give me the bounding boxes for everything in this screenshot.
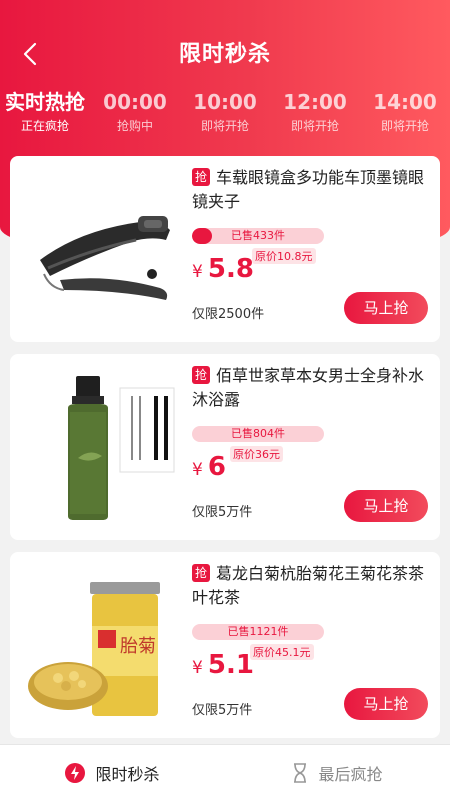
- session-tabs: 实时热抢 正在疯抢 00:00 抢购中 10:00 即将开抢 12:00 即将开…: [0, 88, 450, 144]
- sold-count: 已售804件: [231, 427, 285, 440]
- session-time: 实时热抢: [5, 90, 85, 114]
- page-title: 限时秒杀: [178, 42, 271, 67]
- buy-now-button[interactable]: 马上抢: [344, 292, 428, 324]
- bottom-tab-bar: 限时秒杀 最后疯抢: [0, 744, 450, 800]
- product-title: 车载眼镜盒多功能车顶墨镜眼镜夹子: [192, 168, 425, 211]
- session-tab[interactable]: 10:00 即将开抢: [180, 88, 270, 144]
- sale-price: 6: [207, 452, 227, 482]
- tab-last-chance[interactable]: 最后疯抢: [225, 745, 450, 800]
- session-time: 12:00: [283, 90, 347, 114]
- session-time: 14:00: [373, 90, 437, 114]
- session-time: 10:00: [193, 90, 257, 114]
- session-status: 即将开抢: [380, 119, 429, 133]
- original-price: 原价36元: [230, 446, 283, 462]
- session-status: 抢购中: [116, 119, 153, 133]
- buy-now-button[interactable]: 马上抢: [344, 688, 428, 720]
- product-name: 抢佰草世家草本女男士全身补水沐浴露: [192, 364, 430, 412]
- tab-flash-sale[interactable]: 限时秒杀: [0, 745, 225, 800]
- session-status: 即将开抢: [200, 119, 249, 133]
- session-tab[interactable]: 12:00 即将开抢: [270, 88, 360, 144]
- sold-count: 已售433件: [231, 229, 285, 242]
- tab-label: 限时秒杀: [95, 764, 160, 784]
- currency-symbol: ¥: [192, 460, 203, 480]
- session-tab[interactable]: 14:00 即将开抢: [360, 88, 450, 144]
- currency-symbol: ¥: [192, 262, 203, 282]
- sold-count: 已售1121件: [227, 625, 289, 638]
- sold-progress-bar: 已售804件: [192, 426, 324, 442]
- session-status: 正在疯抢: [20, 119, 69, 133]
- product-title: 葛龙白菊杭胎菊花王菊花茶茶叶花茶: [192, 564, 425, 607]
- stock-limit: 仅限2500件: [192, 307, 265, 322]
- stock-limit: 仅限5万件: [192, 505, 253, 520]
- product-card[interactable]: 抢车载眼镜盒多功能车顶墨镜眼镜夹子 已售433件 ¥ 5.8 原价10.8元 仅…: [10, 156, 440, 342]
- session-tab[interactable]: 00:00 抢购中: [90, 88, 180, 144]
- price-row: ¥ 6 原价36元: [192, 446, 430, 482]
- original-price: 原价45.1元: [250, 644, 314, 660]
- sold-progress-bar: 已售433件: [192, 228, 324, 244]
- price-row: ¥ 5.1 原价45.1元: [192, 644, 430, 680]
- product-name: 抢车载眼镜盒多功能车顶墨镜眼镜夹子: [192, 166, 430, 214]
- original-price: 原价10.8元: [252, 248, 316, 264]
- product-image-body-wash: [20, 368, 180, 528]
- product-image-glasses-clip: [20, 170, 180, 330]
- product-card[interactable]: 胎菊 抢葛龙白菊杭胎菊花王菊花茶茶叶花茶 已售1121件 ¥ 5.1 原价45.…: [10, 552, 440, 738]
- product-title: 佰草世家草本女男士全身补水沐浴露: [192, 366, 425, 409]
- session-time: 00:00: [103, 90, 167, 114]
- buy-now-button[interactable]: 马上抢: [344, 490, 428, 522]
- product-image-chrysanthemum-tea: 胎菊: [20, 566, 180, 726]
- sale-price: 5.8: [207, 254, 254, 284]
- hourglass-icon: [292, 762, 308, 783]
- rush-tag: 抢: [192, 564, 210, 582]
- tab-label: 最后疯抢: [318, 764, 383, 784]
- product-name: 抢葛龙白菊杭胎菊花王菊花茶茶叶花茶: [192, 562, 430, 610]
- rush-tag: 抢: [192, 168, 210, 186]
- rush-tag: 抢: [192, 366, 210, 384]
- product-card[interactable]: 抢佰草世家草本女男士全身补水沐浴露 已售804件 ¥ 6 原价36元 仅限5万件…: [10, 354, 440, 540]
- price-row: ¥ 5.8 原价10.8元: [192, 248, 430, 284]
- sale-price: 5.1: [207, 650, 254, 680]
- session-tab-live[interactable]: 实时热抢 正在疯抢: [0, 88, 90, 144]
- session-status: 即将开抢: [290, 119, 339, 133]
- svg-text:胎菊: 胎菊: [120, 636, 156, 657]
- sold-progress-bar: 已售1121件: [192, 624, 324, 640]
- currency-symbol: ¥: [192, 658, 203, 678]
- stock-limit: 仅限5万件: [192, 703, 253, 718]
- lightning-icon: [65, 762, 86, 783]
